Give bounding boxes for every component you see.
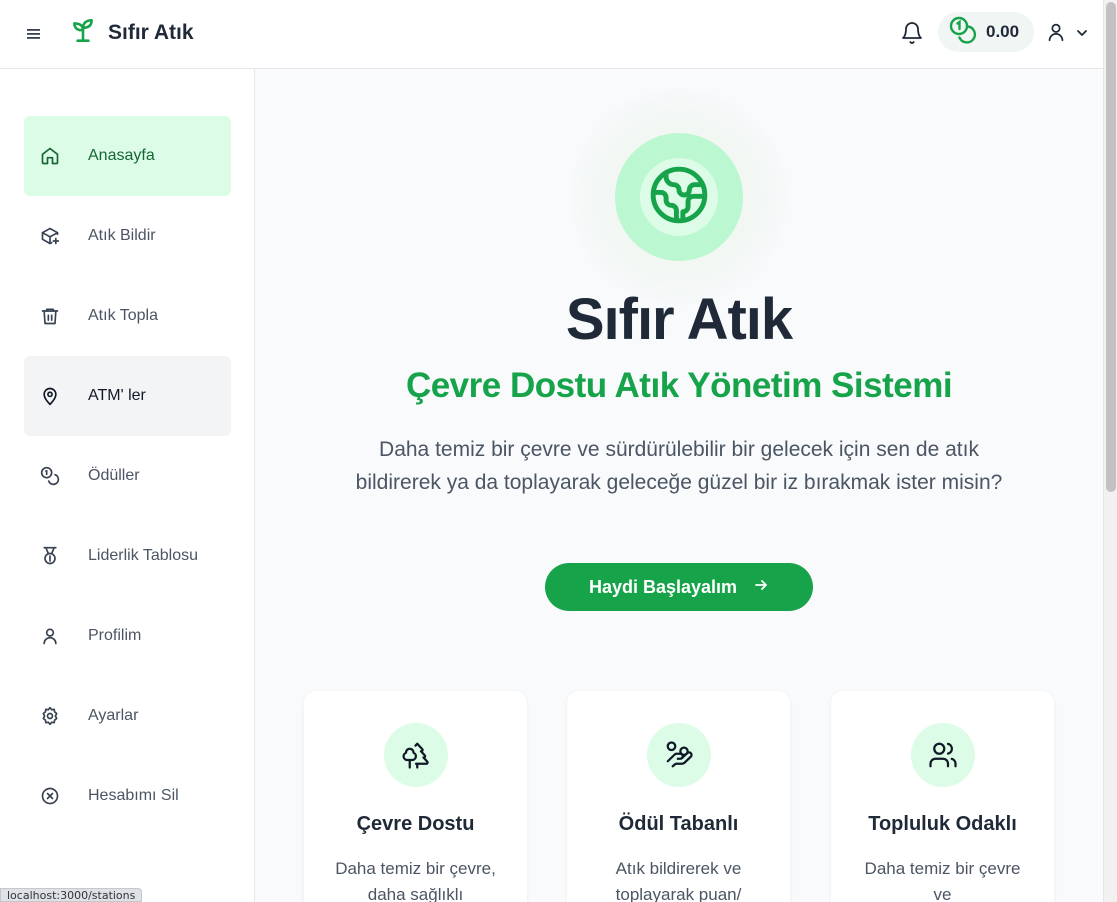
hand-coins-icon [646,723,711,787]
scrollbar[interactable] [1103,0,1117,902]
hero-description: Daha temiz bir çevre ve sürdürülebilir b… [355,438,1003,494]
feature-text: Atık bildirerek ve toplayarak puan/ [615,859,742,902]
user-icon [40,626,60,646]
feature-title: Ödül Tabanlı [618,813,739,835]
medal-icon [40,546,60,566]
sidebar-item-hesabimi-sil[interactable]: Hesabımı Sil [24,756,231,836]
settings-icon [40,706,60,726]
top-header: Sıfır Atık 0.00 [0,0,1103,69]
bell-icon[interactable] [900,21,924,45]
sidebar-item-label: Ayarlar [88,707,139,724]
status-bar-url: localhost:3000/stations [0,888,143,902]
sidebar-item-atik-bildir[interactable]: Atık Bildir [24,196,231,276]
scrollbar-thumb[interactable] [1106,2,1116,492]
sprout-icon [70,17,96,49]
chevron-down-icon [1075,25,1089,44]
feature-title: Çevre Dostu [356,813,475,835]
trash-icon [40,306,60,326]
sidebar-item-atik-topla[interactable]: Atık Topla [24,276,231,356]
feature-title: Topluluk Odaklı [868,813,1017,835]
x-circle-icon [40,786,60,806]
hamburger-icon[interactable] [22,22,46,46]
sidebar-item-anasayfa[interactable]: Anasayfa [24,116,231,196]
get-started-button[interactable]: Haydi Başlayalım [545,563,813,611]
sidebar-item-label: Ödüller [88,467,140,484]
balance-value: 0.00 [986,22,1020,41]
hero-subtitle: Çevre Dostu Atık Yönetim Sistemi [405,366,953,405]
app-name: Sıfır Atık [108,21,194,44]
sidebar-item-label: Liderlik Tablosu [88,547,198,564]
user-menu[interactable] [1045,21,1089,47]
sidebar-item-label: Atık Topla [88,307,158,324]
sidebar-item-label: Anasayfa [88,147,155,164]
sidebar-item-label: ATM' ler [88,387,146,404]
brand[interactable]: Sıfır Atık [70,17,194,49]
feature-card-topluluk-odakli: Topluluk Odaklı Daha temiz bir çevre ve [831,691,1054,902]
sidebar-item-label: Hesabımı Sil [88,787,179,804]
hero-icon-circle [615,133,743,261]
hero-title: Sıfır Atık [565,287,793,352]
get-started-label: Haydi Başlayalım [588,576,738,597]
sidebar-item-liderlik[interactable]: Liderlik Tablosu [24,516,231,596]
arrow-right-icon [753,577,769,597]
sidebar-item-profilim[interactable]: Profilim [24,596,231,676]
coins-icon [948,15,980,49]
sidebar: Anasayfa Atık Bildir Atık Topla ATM' ler… [0,69,255,902]
package-plus-icon [40,226,60,246]
feature-card-cevre-dostu: Çevre Dostu Daha temiz bir çevre, daha s… [304,691,527,902]
sidebar-item-oduller[interactable]: Ödüller [24,436,231,516]
map-pin-icon [40,386,60,406]
balance-pill[interactable]: 0.00 [938,12,1034,52]
feature-text: Daha temiz bir çevre ve [864,859,1021,902]
users-icon [910,723,975,787]
coins-icon [40,466,60,486]
trees-icon [383,723,448,787]
sidebar-item-label: Atık Bildir [88,227,156,244]
user-icon [1045,21,1067,47]
feature-text: Daha temiz bir çevre, daha sağlıklı [335,859,496,902]
globe-icon [648,164,710,230]
feature-card-odul-tabanli: Ödül Tabanlı Atık bildirerek ve toplayar… [567,691,790,902]
home-icon [40,146,60,166]
sidebar-item-ayarlar[interactable]: Ayarlar [24,676,231,756]
sidebar-item-label: Profilim [88,627,142,644]
sidebar-item-atmler[interactable]: ATM' ler [24,356,231,436]
